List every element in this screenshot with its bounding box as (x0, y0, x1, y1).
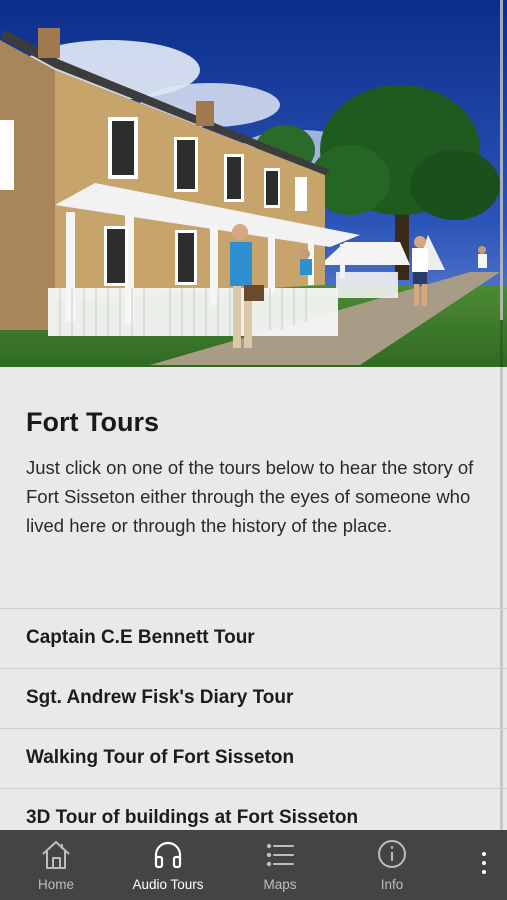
more-vertical-icon[interactable] (479, 852, 489, 880)
intro-section: Fort Tours Just click on one of the tour… (0, 367, 507, 609)
nav-item-home[interactable]: Home (0, 830, 112, 900)
nav-item-audio-tours[interactable]: Audio Tours (112, 830, 224, 900)
nav-label-maps: Maps (263, 877, 297, 892)
list-icon (224, 838, 336, 872)
tour-item-label: Walking Tour of Fort Sisseton (26, 747, 295, 768)
hero-image (0, 0, 507, 367)
page-title: Fort Tours (26, 407, 159, 437)
nav-label-info: Info (380, 877, 404, 892)
nav-label-audio-tours: Audio Tours (132, 877, 204, 892)
intro-description: Just click on one of the tours below to … (26, 457, 474, 536)
tour-item-label: Captain C.E Bennett Tour (26, 627, 255, 648)
tour-item-label: 3D Tour of buildings at Fort Sisseton (26, 807, 359, 828)
headphones-icon (112, 838, 224, 872)
tour-item-sgt-fisk-diary[interactable]: Sgt. Andrew Fisk's Diary Tour (0, 668, 507, 728)
nav-item-maps[interactable]: Maps (224, 830, 336, 900)
nav-item-info[interactable]: Info (336, 830, 448, 900)
tour-item-captain-bennett[interactable]: Captain C.E Bennett Tour (0, 608, 507, 668)
tour-list: Captain C.E Bennett Tour Sgt. Andrew Fis… (0, 608, 507, 848)
scrollbar-thumb[interactable] (500, 0, 503, 320)
info-icon (336, 838, 448, 872)
tour-item-label: Sgt. Andrew Fisk's Diary Tour (26, 687, 294, 708)
tour-item-walking-tour[interactable]: Walking Tour of Fort Sisseton (0, 728, 507, 788)
bottom-nav: Home Audio Tours Maps Info (0, 830, 507, 900)
home-icon (0, 838, 112, 872)
nav-label-home: Home (37, 877, 74, 892)
